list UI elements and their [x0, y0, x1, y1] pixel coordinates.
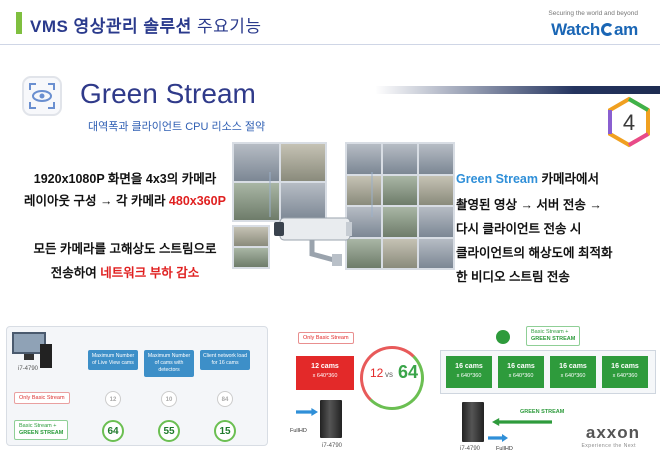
arrow-icon-mid — [296, 408, 318, 416]
pc-icon — [12, 332, 52, 368]
value-green-network: 15 — [214, 420, 236, 442]
value-basic-detectors: 10 — [161, 391, 177, 407]
decorative-gradient-line — [375, 86, 660, 94]
value-basic-live: 12 — [105, 391, 121, 407]
only-basic-stream-label: Only Basic Stream — [298, 332, 354, 344]
cpu-label-mid: i7-4790 — [322, 443, 343, 449]
right-line-4: 클라이언트의 해상도에 최적화 — [456, 246, 613, 260]
basic-green-label-a: Basic Stream + — [531, 329, 569, 335]
header-divider — [0, 44, 660, 45]
basic-green-label-b: GREEN STREAM — [531, 336, 576, 342]
vs-right: 64 — [398, 362, 419, 382]
value-green-live: 64 — [102, 420, 124, 442]
monitor-basic-title: 12 cams — [311, 363, 339, 370]
axxon-logo: axxon — [585, 423, 640, 442]
left-line-2b: 480x360P — [168, 194, 226, 208]
left-line-2a: 레이아웃 구성 → 각 카메라 — [24, 194, 169, 208]
basic-green-label: Basic Stream + GREEN STREAM — [526, 326, 581, 346]
right-line-5: 한 비디오 스트림 전송 — [456, 270, 570, 284]
vs-left: 12 — [370, 366, 384, 380]
monitor-green-3-title: 16 cams — [559, 363, 587, 370]
right-line-3: 다시 클라이언트 전송 시 — [456, 222, 582, 236]
monitor-green-2: 16 cams x 640*360 — [498, 356, 544, 388]
fullhd-label-mid: FullHD — [290, 428, 307, 434]
right-line-1: Green Stream 카메라에서 — [456, 166, 599, 192]
value-green-detectors: 55 — [158, 420, 180, 442]
monitor-green-1-title: 16 cams — [455, 363, 483, 370]
thumbs-up-icon — [496, 330, 510, 344]
row-label-green-a: Basic Stream + — [19, 423, 57, 429]
monitor-green-4-sub: x 640*360 — [612, 373, 638, 379]
pc-tower-mid — [320, 400, 342, 438]
arrow-icon-right — [488, 434, 508, 442]
monitor-green-3-sub: x 640*360 — [560, 373, 586, 379]
logo-text-b: am — [614, 20, 638, 39]
logo-text-a: Watch — [551, 20, 601, 39]
fullhd-label-right: FullHD — [496, 446, 513, 452]
page-title-light: 주요기능 — [197, 17, 262, 36]
monitor-basic: 12 cams x 640*360 — [296, 356, 354, 390]
row-label-green: Basic Stream + GREEN STREAM — [14, 420, 69, 440]
left-line-2: 레이아웃 구성 → 각 카메라 480x360P — [10, 190, 240, 212]
left-line-4: 전송하여 네트워크 부하 감소 — [10, 262, 240, 284]
monitor-green-3: 16 cams x 640*360 — [550, 356, 596, 388]
row-label-basic: Only Basic Stream — [14, 392, 70, 404]
page-title-bold: VMS 영상관리 솔루션 — [30, 17, 192, 36]
monitor-green-2-sub: x 640*360 — [508, 373, 534, 379]
hexagon-number-badge: 4 — [606, 96, 652, 148]
monitor-green-1: 16 cams x 640*360 — [446, 356, 492, 388]
page-title: VMS 영상관리 솔루션 주요기능 — [30, 12, 262, 37]
green-stream-arrow-label: GREEN STREAM — [520, 409, 565, 415]
header-accent-bar — [16, 12, 22, 34]
pc-tower-right — [462, 402, 484, 442]
monitor-green-4: 16 cams x 640*360 — [602, 356, 648, 388]
col-head-network: Client network load for 16 cams — [200, 350, 250, 370]
col-head-live: Maximum Number of Live View cams — [88, 350, 138, 370]
monitor-green-1-sub: x 640*360 — [456, 373, 482, 379]
section-title: Green Stream — [80, 78, 256, 109]
axxon-tagline: Experience the Next — [581, 443, 636, 449]
right-line-1b: 카메라에서 — [537, 172, 599, 186]
arrow-icon-green — [492, 418, 552, 426]
monitor-green-4-title: 16 cams — [611, 363, 639, 370]
col-head-detectors: Maximum Number of cams with detectors — [144, 350, 194, 377]
logo-c-glyph — [601, 23, 615, 36]
monitor-basic-sub: x 640*360 — [312, 373, 338, 379]
right-line-1a: Green Stream — [456, 172, 538, 186]
left-line-4b: 네트워크 부하 감소 — [100, 266, 200, 280]
eye-icon — [22, 76, 62, 116]
right-line-2: 촬영된 영상 → 서버 전송 → — [456, 198, 602, 212]
badge-number: 4 — [623, 110, 635, 135]
watchcam-logo: Watch am — [551, 20, 638, 40]
row-label-green-b: GREEN STREAM — [19, 430, 64, 436]
brand-tagline: Securing the world and beyond — [548, 10, 638, 17]
left-grid-caption — [232, 276, 322, 282]
section-subtitle: 대역폭과 클라이언트 CPU 리소스 절약 — [88, 121, 266, 133]
monitor-green-2-title: 16 cams — [507, 363, 535, 370]
security-camera-icon — [274, 217, 352, 266]
cpu-label-right: i7-4790 — [460, 446, 481, 452]
vs-word: vs — [385, 370, 393, 379]
left-line-1: 1920x1080P 화면을 4x3의 카메라 — [33, 172, 217, 186]
value-basic-network: 84 — [217, 391, 233, 407]
cpu-label-left: i7-4790 — [18, 366, 39, 372]
left-line-4a: 전송하여 — [50, 266, 101, 280]
left-line-3: 모든 카메라를 고해상도 스트림으로 — [33, 242, 217, 256]
